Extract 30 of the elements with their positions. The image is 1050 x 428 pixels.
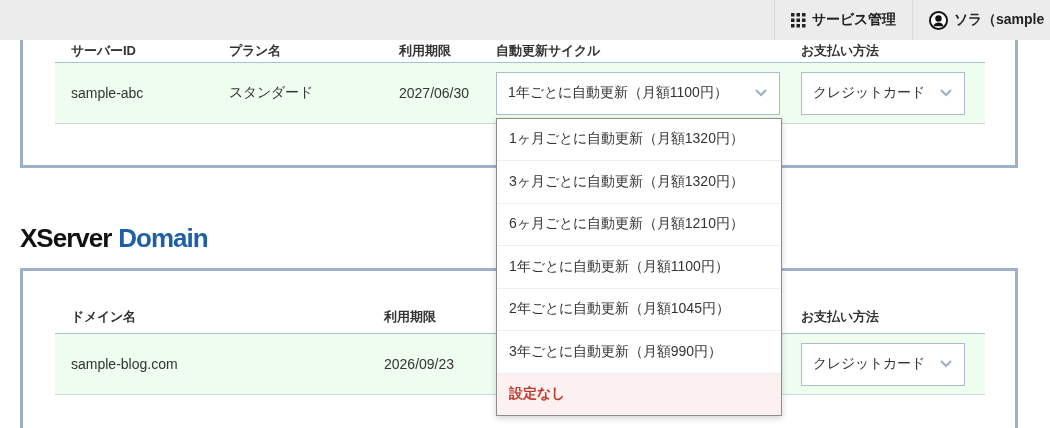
column-header: 自動更新サイクル [496,42,601,60]
payment-select[interactable]: クレジットカード [801,71,965,115]
renewal-select[interactable]: 1年ごとに自動更新（月額1100円） [496,71,780,115]
dropdown-option[interactable]: 1年ごとに自動更新（月額1100円） [497,246,781,289]
column-header: ドメイン名 [71,307,137,326]
user-icon [929,10,948,30]
column-header: お支払い方法 [801,307,880,326]
payment-select[interactable]: クレジットカード [801,342,965,386]
dropdown-option[interactable]: 設定なし [497,373,781,415]
dropdown-option[interactable]: 1ヶ月ごとに自動更新（月額1320円） [497,118,781,161]
table-cell-text: スタンダード [229,84,314,102]
table-cell-text: sample-blog.com [71,356,179,372]
chevron-down-icon [940,89,952,97]
services-menu[interactable]: サービス管理 [774,0,912,40]
dropdown-option[interactable]: 3年ごとに自動更新（月額990円） [497,331,781,374]
table-cell-text: sample-abc [71,85,145,101]
chevron-down-icon [940,360,952,368]
user-menu[interactable]: ソラ（sample [912,0,1050,40]
column-header: プラン名 [229,42,282,60]
chevron-down-icon [755,89,767,97]
dropdown-option[interactable]: 2年ごとに自動更新（月額1045円） [497,288,781,331]
column-header: 利用期限 [399,42,452,60]
dropdown-option[interactable]: 3ヶ月ごとに自動更新（月額1320円） [497,161,781,204]
grid-icon [791,12,806,28]
column-header: サーバーID [71,42,137,60]
table-cell-text: 2027/06/30 [399,85,471,101]
dropdown-option[interactable]: 6ヶ月ごとに自動更新（月額1210円） [497,203,781,246]
column-header: 利用期限 [384,307,437,326]
table-cell-text: 2026/09/23 [384,356,456,372]
column-header: お支払い方法 [801,42,880,60]
